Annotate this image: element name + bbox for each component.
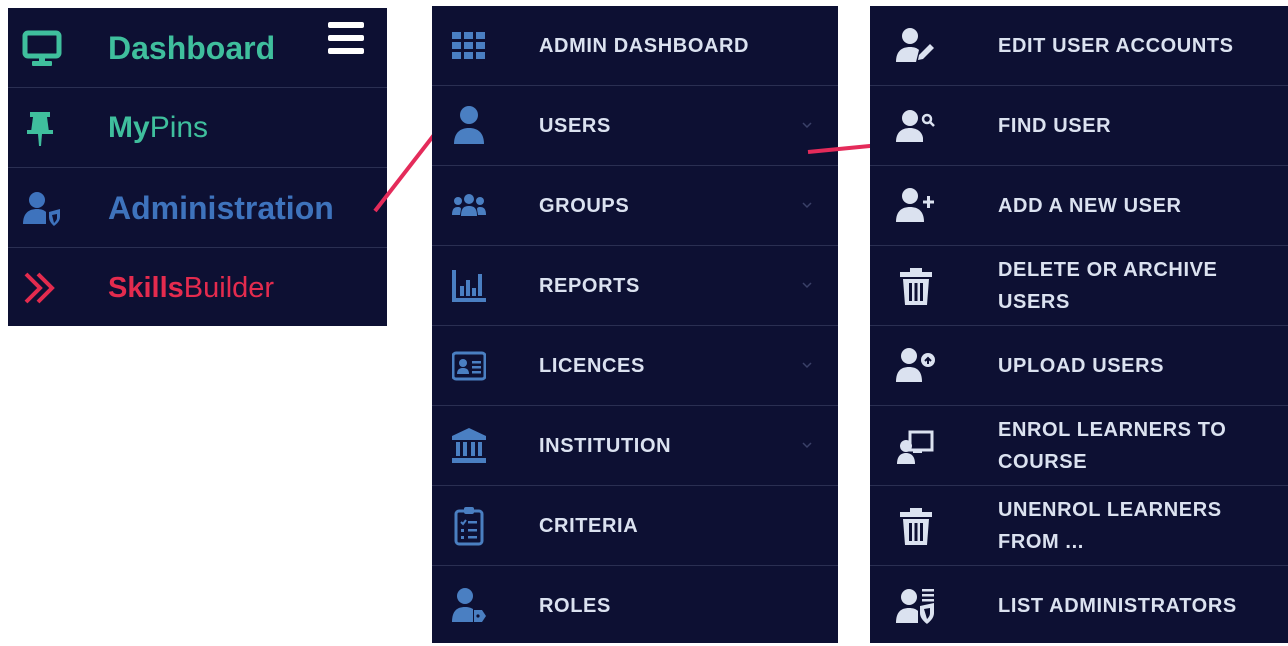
user-edit-icon bbox=[896, 28, 934, 62]
admin-item-label: ROLES bbox=[539, 595, 611, 617]
nav-label-skillsbuilder: SkillsBuilder bbox=[108, 272, 275, 304]
main-nav-panel: Dashboard MyPins Administration SkillsBu… bbox=[8, 8, 387, 326]
grid-icon bbox=[452, 32, 485, 59]
admin-item-label: INSTITUTION bbox=[539, 435, 672, 457]
submenu-item-upload-users[interactable]: UPLOAD USERS bbox=[870, 326, 1288, 406]
admin-menu-panel: ADMIN DASHBOARD USERS GROUPS REPORTS LIC… bbox=[432, 6, 838, 643]
user-search-icon bbox=[896, 110, 935, 142]
submenu-item-unenrol-learners[interactable]: UNENROL LEARNERS FROM ... bbox=[870, 486, 1288, 566]
nav-item-administration[interactable]: Administration bbox=[8, 168, 387, 248]
clipboard-list-icon bbox=[454, 507, 484, 546]
users-group-icon bbox=[452, 194, 486, 216]
bar-chart-icon bbox=[452, 270, 486, 302]
nav-item-mypins[interactable]: MyPins bbox=[8, 88, 387, 168]
chevron-down-icon bbox=[802, 202, 812, 209]
submenu-item-label: LIST ADMINISTRATORS bbox=[998, 595, 1237, 617]
submenu-item-label: ADD A NEW USER bbox=[998, 195, 1182, 217]
submenu-item-delete-or-archive-users[interactable]: DELETE OR ARCHIVE USERS bbox=[870, 246, 1288, 326]
user-shield-list-icon bbox=[896, 589, 934, 624]
admin-item-reports[interactable]: REPORTS bbox=[432, 246, 838, 326]
nav-item-skillsbuilder[interactable]: SkillsBuilder bbox=[8, 248, 387, 328]
submenu-item-add-a-new-user[interactable]: ADD A NEW USER bbox=[870, 166, 1288, 246]
admin-item-criteria[interactable]: CRITERIA bbox=[432, 486, 838, 566]
pin-icon bbox=[27, 112, 53, 146]
chevron-down-icon bbox=[802, 362, 812, 369]
admin-item-label: GROUPS bbox=[539, 195, 630, 217]
admin-item-label: CRITERIA bbox=[539, 515, 639, 537]
chalkboard-teacher-icon bbox=[897, 430, 934, 464]
nav-item-dashboard[interactable]: Dashboard bbox=[8, 8, 387, 88]
submenu-item-edit-user-accounts[interactable]: EDIT USER ACCOUNTS bbox=[870, 6, 1288, 86]
admin-item-licences[interactable]: LICENCES bbox=[432, 326, 838, 406]
user-upload-icon bbox=[896, 348, 935, 382]
admin-item-institution[interactable]: INSTITUTION bbox=[432, 406, 838, 486]
submenu-item-enrol-learners-to-course[interactable]: ENROL LEARNERS TO COURSE bbox=[870, 406, 1288, 486]
nav-label-administration: Administration bbox=[108, 190, 334, 226]
user-tag-icon bbox=[452, 588, 486, 622]
bank-icon bbox=[452, 428, 486, 463]
nav-label-mypins: MyPins bbox=[108, 111, 209, 144]
chevron-down-icon bbox=[802, 122, 812, 129]
users-submenu-panel: EDIT USER ACCOUNTS FIND USER ADD A NEW U… bbox=[870, 6, 1288, 643]
admin-item-admin-dashboard[interactable]: ADMIN DASHBOARD bbox=[432, 6, 838, 86]
trash-icon bbox=[900, 508, 932, 545]
monitor-icon bbox=[22, 30, 62, 66]
admin-item-groups[interactable]: GROUPS bbox=[432, 166, 838, 246]
admin-item-label: USERS bbox=[539, 115, 611, 137]
trash-icon bbox=[900, 268, 932, 305]
chevron-down-icon bbox=[802, 282, 812, 289]
submenu-item-label: ENROL LEARNERS TO COURSE bbox=[998, 419, 1227, 473]
nav-label-dashboard: Dashboard bbox=[108, 30, 276, 66]
hamburger-menu-icon[interactable] bbox=[328, 22, 364, 54]
admin-item-roles[interactable]: ROLES bbox=[432, 566, 838, 646]
submenu-item-label: FIND USER bbox=[998, 115, 1112, 137]
admin-item-users[interactable]: USERS bbox=[432, 86, 838, 166]
submenu-item-label: UNENROL LEARNERS FROM ... bbox=[998, 499, 1222, 553]
submenu-item-label: UPLOAD USERS bbox=[998, 355, 1165, 377]
user-shield-icon bbox=[23, 192, 60, 226]
user-plus-icon bbox=[896, 188, 934, 222]
submenu-item-list-administrators[interactable]: LIST ADMINISTRATORS bbox=[870, 566, 1288, 646]
submenu-item-find-user[interactable]: FIND USER bbox=[870, 86, 1288, 166]
submenu-item-label: DELETE OR ARCHIVE USERS bbox=[998, 259, 1218, 313]
admin-item-label: ADMIN DASHBOARD bbox=[539, 35, 750, 57]
admin-item-label: REPORTS bbox=[539, 275, 640, 297]
submenu-item-label: EDIT USER ACCOUNTS bbox=[998, 35, 1234, 57]
double-chevron-right-icon bbox=[24, 272, 55, 304]
chevron-down-icon bbox=[802, 442, 812, 449]
admin-item-label: LICENCES bbox=[539, 355, 645, 377]
user-icon bbox=[454, 106, 484, 144]
id-card-icon bbox=[452, 351, 486, 381]
